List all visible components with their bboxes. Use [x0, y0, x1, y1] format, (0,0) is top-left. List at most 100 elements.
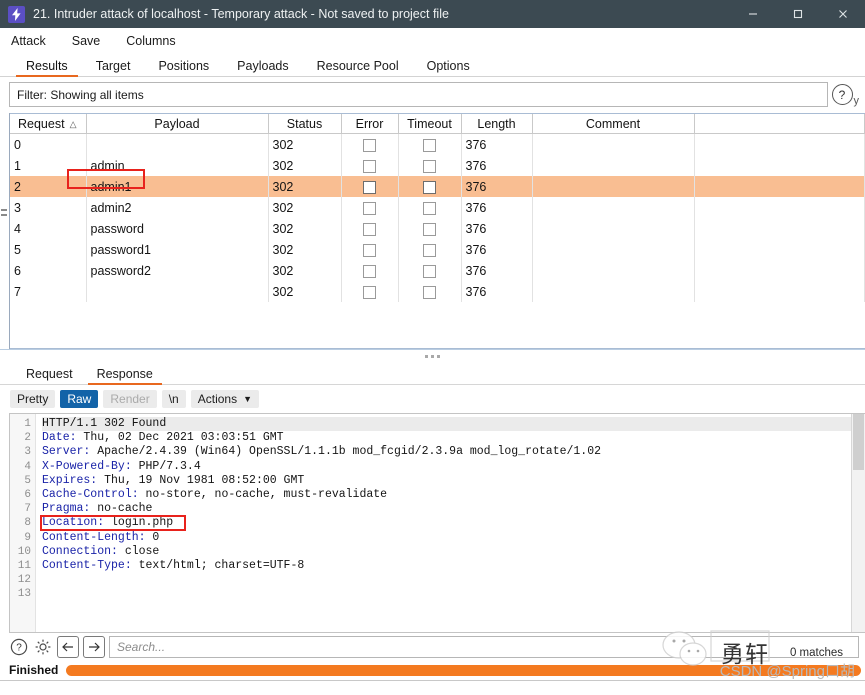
checkbox-icon[interactable]	[423, 180, 436, 194]
checkbox-icon[interactable]	[423, 138, 436, 152]
cell-error[interactable]	[341, 133, 399, 155]
header-value: login.php	[104, 516, 174, 530]
response-line: Connection: close	[42, 545, 865, 559]
cell-timeout[interactable]	[398, 218, 462, 239]
cell-error[interactable]	[341, 260, 399, 281]
tab-positions[interactable]: Positions	[144, 59, 223, 77]
table-row[interactable]: 6 password2 302 376	[10, 260, 865, 281]
search-input[interactable]: Search...	[109, 635, 859, 658]
arrow-right-icon[interactable]	[83, 635, 105, 658]
tab-response[interactable]: Response	[85, 367, 165, 385]
view-button-render[interactable]: Render	[103, 390, 157, 408]
checkbox-icon[interactable]	[423, 285, 436, 299]
response-text[interactable]: HTTP/1.1 302 Found Date: Thu, 02 Dec 2021…	[36, 414, 865, 632]
minimize-button[interactable]	[730, 0, 775, 28]
table-row[interactable]: 4 password 302 376	[10, 218, 865, 239]
column-header-length[interactable]: Length	[461, 114, 533, 134]
menu-item-save[interactable]: Save	[70, 32, 112, 50]
cell-timeout[interactable]	[398, 260, 462, 281]
checkbox-icon[interactable]	[423, 264, 436, 278]
table-row[interactable]: 3 admin2 302 376	[10, 197, 865, 218]
tab-request[interactable]: Request	[14, 367, 85, 385]
checkbox-icon[interactable]	[363, 201, 376, 215]
close-button[interactable]	[820, 0, 865, 28]
cell-timeout[interactable]	[398, 197, 462, 218]
line-number: 6	[24, 489, 31, 502]
arrow-left-icon[interactable]	[57, 635, 79, 658]
tab-payloads[interactable]: Payloads	[223, 59, 302, 77]
checkbox-icon[interactable]	[363, 222, 376, 236]
cell-error[interactable]	[341, 281, 399, 302]
cell-filler	[694, 155, 865, 176]
cell-comment	[532, 133, 695, 155]
edge-label: y	[853, 95, 860, 107]
response-scrollbar[interactable]	[851, 414, 865, 632]
cell-timeout[interactable]	[398, 281, 462, 302]
menu-item-attack[interactable]: Attack	[9, 32, 57, 50]
tab-options[interactable]: Options	[413, 59, 484, 77]
checkbox-icon[interactable]	[423, 243, 436, 257]
table-row[interactable]: 2 admin1 302 376	[10, 176, 865, 197]
cell-error[interactable]	[341, 155, 399, 176]
filter-bar[interactable]: Filter: Showing all items	[9, 82, 828, 107]
cell-length: 376	[461, 133, 533, 155]
attack-progress-bar	[66, 664, 861, 676]
menu-item-columns[interactable]: Columns	[124, 32, 186, 50]
scrollbar-thumb[interactable]	[853, 414, 864, 470]
table-left-rail[interactable]	[0, 113, 10, 349]
cell-error[interactable]	[341, 239, 399, 260]
tab-results[interactable]: Results	[12, 59, 82, 77]
view-button-pretty[interactable]: Pretty	[10, 390, 56, 408]
cell-length: 376	[461, 218, 533, 239]
cell-error[interactable]	[341, 197, 399, 218]
cell-error[interactable]	[341, 218, 399, 239]
table-row[interactable]: 1 admin 302 376	[10, 155, 865, 176]
checkbox-icon[interactable]	[363, 243, 376, 257]
maximize-button[interactable]	[775, 0, 820, 28]
attack-status-label: Finished	[9, 663, 59, 677]
gear-icon[interactable]	[33, 636, 53, 657]
checkbox-icon[interactable]	[423, 222, 436, 236]
actions-menu-button[interactable]: Actions ▼	[190, 390, 260, 408]
header-name: Date:	[42, 431, 77, 445]
cell-timeout[interactable]	[398, 239, 462, 260]
question-mark-icon[interactable]: ?	[9, 636, 29, 657]
table-row[interactable]: 5 password1 302 376	[10, 239, 865, 260]
cell-error[interactable]	[341, 176, 399, 197]
checkbox-icon[interactable]	[363, 138, 376, 152]
header-name: Content-Type:	[42, 559, 132, 573]
checkbox-icon[interactable]	[423, 201, 436, 215]
header-name: Content-Length:	[42, 530, 146, 544]
tab-target[interactable]: Target	[82, 59, 145, 77]
tab-resource-pool[interactable]: Resource Pool	[303, 59, 413, 77]
cell-payload: password2	[86, 260, 269, 281]
checkbox-icon[interactable]	[363, 285, 376, 299]
cell-filler	[694, 218, 865, 239]
checkbox-icon[interactable]	[363, 264, 376, 278]
column-header-status[interactable]: Status	[268, 114, 342, 134]
column-header-timeout[interactable]: Timeout	[398, 114, 462, 134]
header-value: Apache/2.4.39 (Win64) OpenSSL/1.1.1b mod…	[90, 445, 601, 459]
column-header-request[interactable]: Request △	[10, 114, 87, 134]
table-row[interactable]: 0 302 376	[10, 133, 865, 155]
cell-request: 1	[10, 155, 87, 176]
header-name: Server:	[42, 445, 91, 459]
table-row[interactable]: 7 302 376	[10, 281, 865, 302]
cell-request: 0	[10, 133, 87, 155]
header-value	[42, 587, 49, 600]
column-header-payload[interactable]: Payload	[86, 114, 269, 134]
cell-comment	[532, 260, 695, 281]
checkbox-icon[interactable]	[363, 180, 376, 194]
checkbox-icon[interactable]	[423, 159, 436, 173]
cell-timeout[interactable]	[398, 176, 462, 197]
checkbox-icon[interactable]	[363, 159, 376, 173]
cell-timeout[interactable]	[398, 155, 462, 176]
cell-request: 5	[10, 239, 87, 260]
question-mark-icon[interactable]: ?	[831, 84, 853, 105]
column-header-comment[interactable]: Comment	[532, 114, 695, 134]
column-header-error[interactable]: Error	[341, 114, 399, 134]
view-button-raw[interactable]: Raw	[60, 390, 99, 408]
view-button-newline[interactable]: \n	[161, 390, 186, 408]
panel-splitter[interactable]	[0, 349, 865, 363]
cell-timeout[interactable]	[398, 133, 462, 155]
